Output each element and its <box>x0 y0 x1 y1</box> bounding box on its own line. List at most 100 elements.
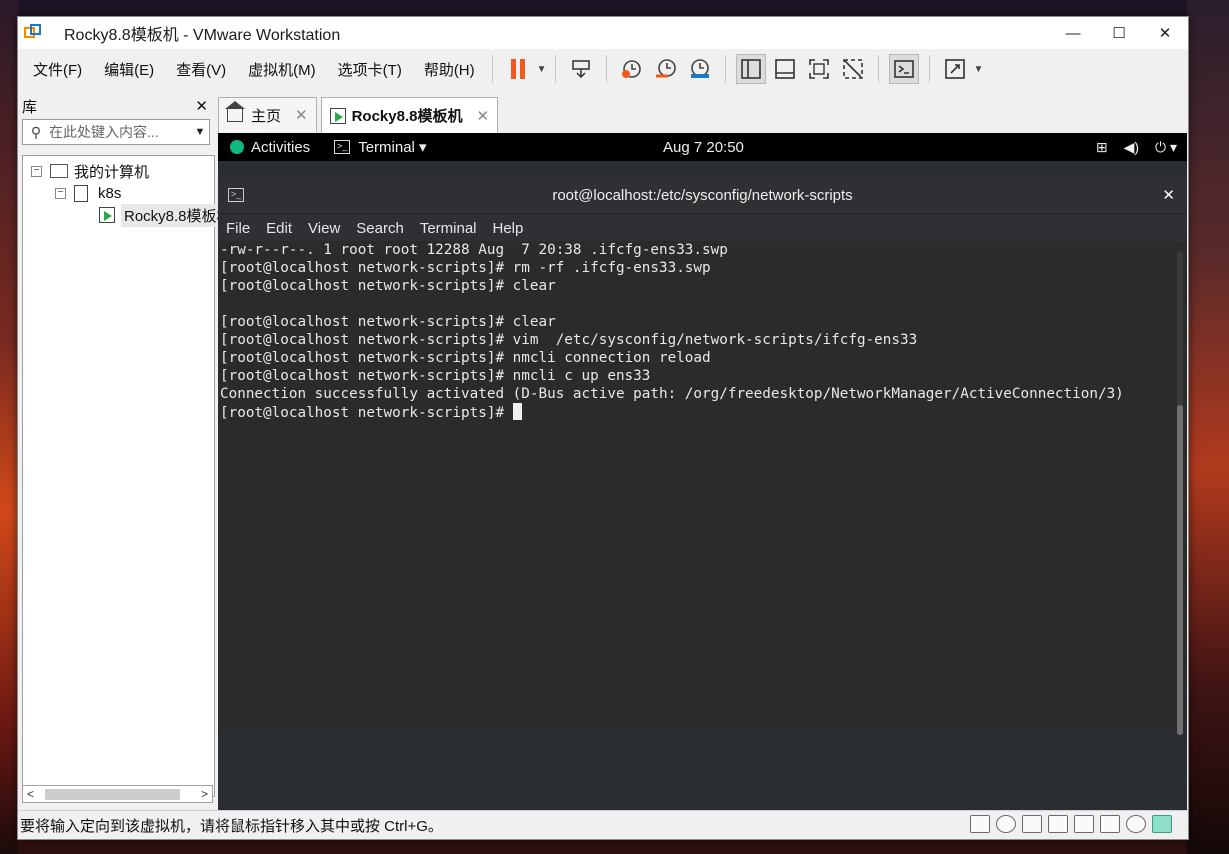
collapse-icon[interactable]: − <box>55 187 66 199</box>
collapse-icon[interactable]: − <box>31 165 42 177</box>
tree-item-k8s[interactable]: − k8s <box>55 182 121 204</box>
title-bar: Rocky8.8模板机 - VMware Workstation — ☐ ✕ <box>18 17 1188 49</box>
terminal-window[interactable]: >_ root@localhost:/etc/sysconfig/network… <box>218 177 1187 735</box>
vmware-window: Rocky8.8模板机 - VMware Workstation — ☐ ✕ 文… <box>17 16 1189 840</box>
terminal-header-bar: >_ root@localhost:/etc/sysconfig/network… <box>218 177 1187 214</box>
stretch-button[interactable] <box>940 54 970 84</box>
toolbar-separator <box>928 55 930 83</box>
library-view-icon <box>740 59 761 79</box>
terminal-close-icon[interactable]: ✕ <box>1162 186 1175 204</box>
folder-icon <box>74 184 88 202</box>
unity-button[interactable] <box>838 54 868 84</box>
scroll-left-icon[interactable]: < <box>23 787 38 801</box>
terminal-cursor <box>512 403 522 420</box>
tab-close-icon[interactable]: ✕ <box>476 107 489 125</box>
device-status-icons <box>970 815 1172 833</box>
send-ctrl-alt-del-icon <box>571 60 590 79</box>
library-view-button[interactable] <box>735 54 766 84</box>
take-snapshot-button[interactable] <box>617 54 647 84</box>
terminal-line: [root@localhost network-scripts]# clear <box>220 314 556 330</box>
thumbnail-view-icon <box>774 59 795 79</box>
rocky-logo-icon <box>230 140 244 154</box>
tree-item-label: k8s <box>98 184 122 202</box>
cd-dvd-icon[interactable] <box>996 815 1016 833</box>
activities-button[interactable]: Activities <box>230 139 310 156</box>
status-message: 要将输入定向到该虚拟机，请将鼠标指针移入其中或按 Ctrl+G。 <box>20 817 443 835</box>
stretch-dropdown-icon[interactable]: ▼ <box>974 64 984 75</box>
terminal-menu-search[interactable]: Search <box>348 220 412 237</box>
send-ctrl-alt-del-button[interactable] <box>566 54 596 84</box>
tab-close-icon[interactable]: ✕ <box>295 106 308 124</box>
minimize-button[interactable]: — <box>1050 17 1096 49</box>
terminal-new-tab-icon[interactable]: >_ <box>228 188 244 202</box>
toolbar-separator <box>554 55 556 83</box>
library-panel: 库 ✕ ⚲ 在此处键入内容... ▼ − 我的计算机 − k8s Rocky8.… <box>18 93 235 809</box>
clock[interactable]: Aug 7 20:50 <box>663 133 744 161</box>
library-close-icon[interactable]: ✕ <box>195 97 208 115</box>
tab-home[interactable]: 主页 ✕ <box>218 97 317 132</box>
tree-item-rocky-vm[interactable]: Rocky8.8模板机 <box>99 203 235 227</box>
stretch-icon <box>944 59 965 79</box>
fullscreen-button[interactable] <box>804 54 834 84</box>
terminal-menu-help[interactable]: Help <box>485 220 532 237</box>
terminal-title: root@localhost:/etc/sysconfig/network-sc… <box>552 186 853 204</box>
scroll-thumb[interactable] <box>1177 405 1183 735</box>
menu-edit[interactable]: 编辑(E) <box>95 59 163 80</box>
activities-label: Activities <box>251 138 311 156</box>
sound-card-icon[interactable] <box>1100 815 1120 833</box>
vm-running-icon <box>99 207 115 223</box>
close-window-button[interactable]: ✕ <box>1142 17 1188 49</box>
tab-strip: 主页 ✕ Rocky8.8模板机 ✕ <box>218 97 502 133</box>
terminal-line: Connection successfully activated (D-Bus… <box>220 386 1124 402</box>
tree-item-my-computer[interactable]: − 我的计算机 <box>31 160 149 182</box>
network-icon: ⊞ <box>1095 138 1108 155</box>
library-horizontal-scrollbar[interactable]: < > <box>22 785 213 803</box>
snapshot-manager-button[interactable] <box>685 54 715 84</box>
search-dropdown-icon[interactable]: ▼ <box>191 126 209 138</box>
terminal-prompt-line[interactable]: [root@localhost network-scripts]# <box>220 403 1175 421</box>
toolbar-separator <box>491 55 493 83</box>
terminal-scrollbar[interactable] <box>1177 251 1183 735</box>
printer-icon[interactable] <box>1074 815 1094 833</box>
terminal-menu-view[interactable]: View <box>300 220 348 237</box>
terminal-line: [root@localhost network-scripts]# vim /e… <box>220 332 918 348</box>
display-icon[interactable] <box>1126 815 1146 833</box>
library-search-box[interactable]: ⚲ 在此处键入内容... ▼ <box>22 119 210 145</box>
terminal-line: [root@localhost network-scripts]# nmcli … <box>220 368 651 384</box>
tab-rocky-vm[interactable]: Rocky8.8模板机 ✕ <box>320 97 499 133</box>
menu-tabs[interactable]: 选项卡(T) <box>329 59 411 80</box>
revert-snapshot-button[interactable] <box>651 54 681 84</box>
thumbnail-view-button[interactable] <box>770 54 800 84</box>
menu-help[interactable]: 帮助(H) <box>415 59 484 80</box>
network-adapter-icon[interactable] <box>1022 815 1042 833</box>
terminal-menu-edit[interactable]: Edit <box>258 220 300 237</box>
terminal-icon: >_ <box>334 140 351 154</box>
terminal-prompt: [root@localhost network-scripts]# <box>220 405 513 421</box>
tab-label: 主页 <box>251 107 282 125</box>
menu-view[interactable]: 查看(V) <box>167 59 235 80</box>
power-icon: ⏻ ▾ <box>1155 138 1177 155</box>
menu-vm[interactable]: 虚拟机(M) <box>239 59 325 80</box>
system-tray[interactable]: ⊞ ◀) ⏻ ▾ <box>1096 133 1177 161</box>
toolbar-separator <box>605 55 607 83</box>
maximize-button[interactable]: ☐ <box>1096 17 1142 49</box>
vmware-logo-icon <box>24 24 42 42</box>
terminal-output[interactable]: -rw-r--r--. 1 root root 12288 Aug 7 20:3… <box>218 241 1175 731</box>
library-search-input[interactable]: 在此处键入内容... <box>49 122 191 142</box>
scroll-thumb[interactable] <box>45 789 180 800</box>
terminal-menu-terminal[interactable]: Terminal <box>412 220 485 237</box>
terminal-line: [root@localhost network-scripts]# nmcli … <box>220 350 711 366</box>
hard-disk-icon[interactable] <box>970 815 990 833</box>
pause-button[interactable] <box>503 54 533 84</box>
pause-dropdown-icon[interactable]: ▼ <box>537 64 547 75</box>
status-bar: 要将输入定向到该虚拟机，请将鼠标指针移入其中或按 Ctrl+G。 <box>18 810 1188 839</box>
terminal-menu-file[interactable]: File <box>218 220 258 237</box>
vm-console[interactable]: Activities >_ Terminal ▾ Aug 7 20:50 ⊞ ◀… <box>218 133 1187 811</box>
scroll-right-icon[interactable]: > <box>197 787 212 801</box>
console-view-button[interactable] <box>888 54 919 84</box>
menu-file[interactable]: 文件(F) <box>24 59 91 80</box>
revert-snapshot-icon <box>655 59 676 78</box>
usb-icon[interactable] <box>1048 815 1068 833</box>
app-menu-terminal[interactable]: >_ Terminal ▾ <box>334 138 427 156</box>
message-log-icon[interactable] <box>1152 815 1172 833</box>
